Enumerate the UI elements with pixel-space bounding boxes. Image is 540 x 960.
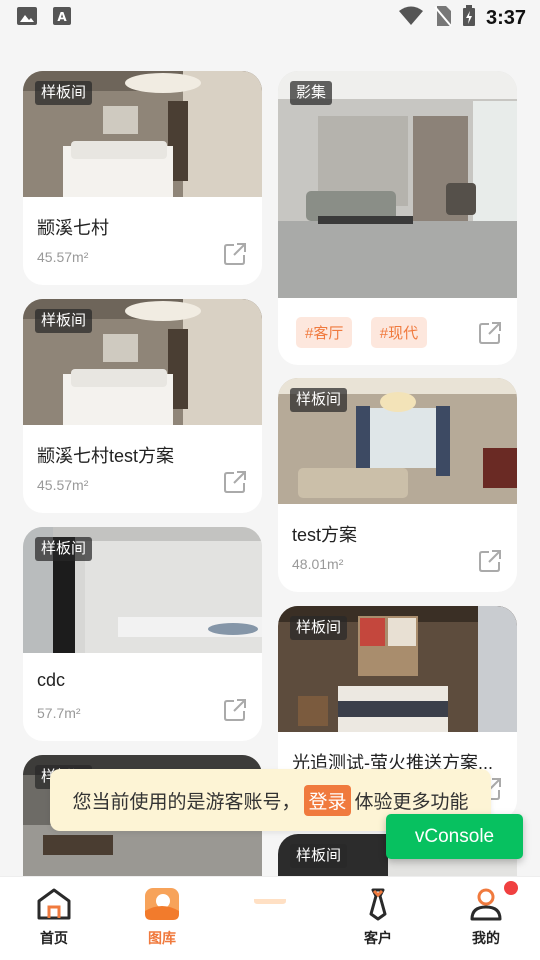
tie-icon xyxy=(359,887,397,924)
gallery-icon xyxy=(143,887,181,924)
share-icon[interactable] xyxy=(477,320,503,346)
clock: 3:37 xyxy=(485,6,526,29)
no-sim-icon xyxy=(434,5,452,32)
style-chip[interactable]: #现代 xyxy=(370,317,428,348)
card-title: 颛溪七村test方案 xyxy=(37,446,175,466)
card-title: 颛溪七村 xyxy=(37,218,109,238)
album-card[interactable]: 影集 #客厅 #现代 xyxy=(278,71,517,365)
notification-dot xyxy=(504,881,518,895)
card-tag: 样板间 xyxy=(35,81,93,105)
tab-label: 客户 xyxy=(364,930,392,946)
card-tag: 样板间 xyxy=(290,616,348,640)
design-card[interactable]: 样板间 cdc 57.7m² xyxy=(23,527,262,741)
design-card[interactable]: 样板间 颛溪七村 45.57m² xyxy=(23,71,262,285)
bedroom-thumbnail: 样板间 xyxy=(23,71,262,197)
toast-text-before: 您当前使用的是游客账号， xyxy=(72,791,301,813)
tab-gallery[interactable]: 图库 xyxy=(108,877,216,960)
share-icon[interactable] xyxy=(222,697,248,723)
card-area: 48.01m² xyxy=(292,556,344,572)
store-icon xyxy=(251,887,289,924)
card-tag: 样板间 xyxy=(35,309,93,333)
card-tag: 样板间 xyxy=(35,537,93,561)
tab-label: 店铺 xyxy=(256,930,284,946)
wifi-icon xyxy=(398,6,424,31)
room-thumbnail: 样板间 xyxy=(23,527,262,653)
living-room-thumbnail: 影集 xyxy=(278,71,517,298)
card-tag: 影集 xyxy=(290,81,333,105)
card-title: test方案 xyxy=(292,525,358,545)
card-title: cdc xyxy=(37,670,66,690)
card-tag: 样板间 xyxy=(290,844,348,868)
status-bar: A 3:37 xyxy=(0,0,540,36)
svg-text:A: A xyxy=(57,10,67,24)
tab-home[interactable]: 首页 xyxy=(0,877,108,960)
share-icon[interactable] xyxy=(222,469,248,495)
tab-mine[interactable]: 我的 xyxy=(432,877,540,960)
share-icon[interactable] xyxy=(477,548,503,574)
living-room-thumbnail: 样板间 xyxy=(278,378,517,504)
design-card[interactable]: 样板间 颛溪七村test方案 45.57m² xyxy=(23,299,262,513)
design-card[interactable]: 样板间 test方案 48.01m² xyxy=(278,378,517,592)
bedroom-thumbnail: 样板间 xyxy=(23,299,262,425)
bedroom-thumbnail: 样板间 xyxy=(278,606,517,732)
toast-text-after: 体验更多功能 xyxy=(354,791,469,813)
home-icon xyxy=(35,887,73,924)
card-area: 57.7m² xyxy=(37,705,81,721)
bottom-tab-bar: 首页 图库 店铺 客户 我的 xyxy=(0,876,540,960)
card-tag: 样板间 xyxy=(290,388,348,412)
share-icon[interactable] xyxy=(222,241,248,267)
tab-label: 我的 xyxy=(472,930,500,946)
battery-charging-icon xyxy=(462,4,476,32)
tab-label: 首页 xyxy=(40,930,68,946)
user-icon xyxy=(467,887,505,924)
vconsole-button[interactable]: vConsole xyxy=(386,814,523,859)
tab-store[interactable]: 店铺 xyxy=(216,877,324,960)
login-button[interactable]: 登录 xyxy=(304,784,351,816)
tab-label: 图库 xyxy=(148,930,176,946)
text-notification-icon: A xyxy=(52,6,72,31)
image-notification-icon xyxy=(16,6,38,31)
tab-customers[interactable]: 客户 xyxy=(324,877,432,960)
card-area: 45.57m² xyxy=(37,477,89,493)
style-chip[interactable]: #客厅 xyxy=(296,317,353,348)
card-area: 45.57m² xyxy=(37,249,89,265)
